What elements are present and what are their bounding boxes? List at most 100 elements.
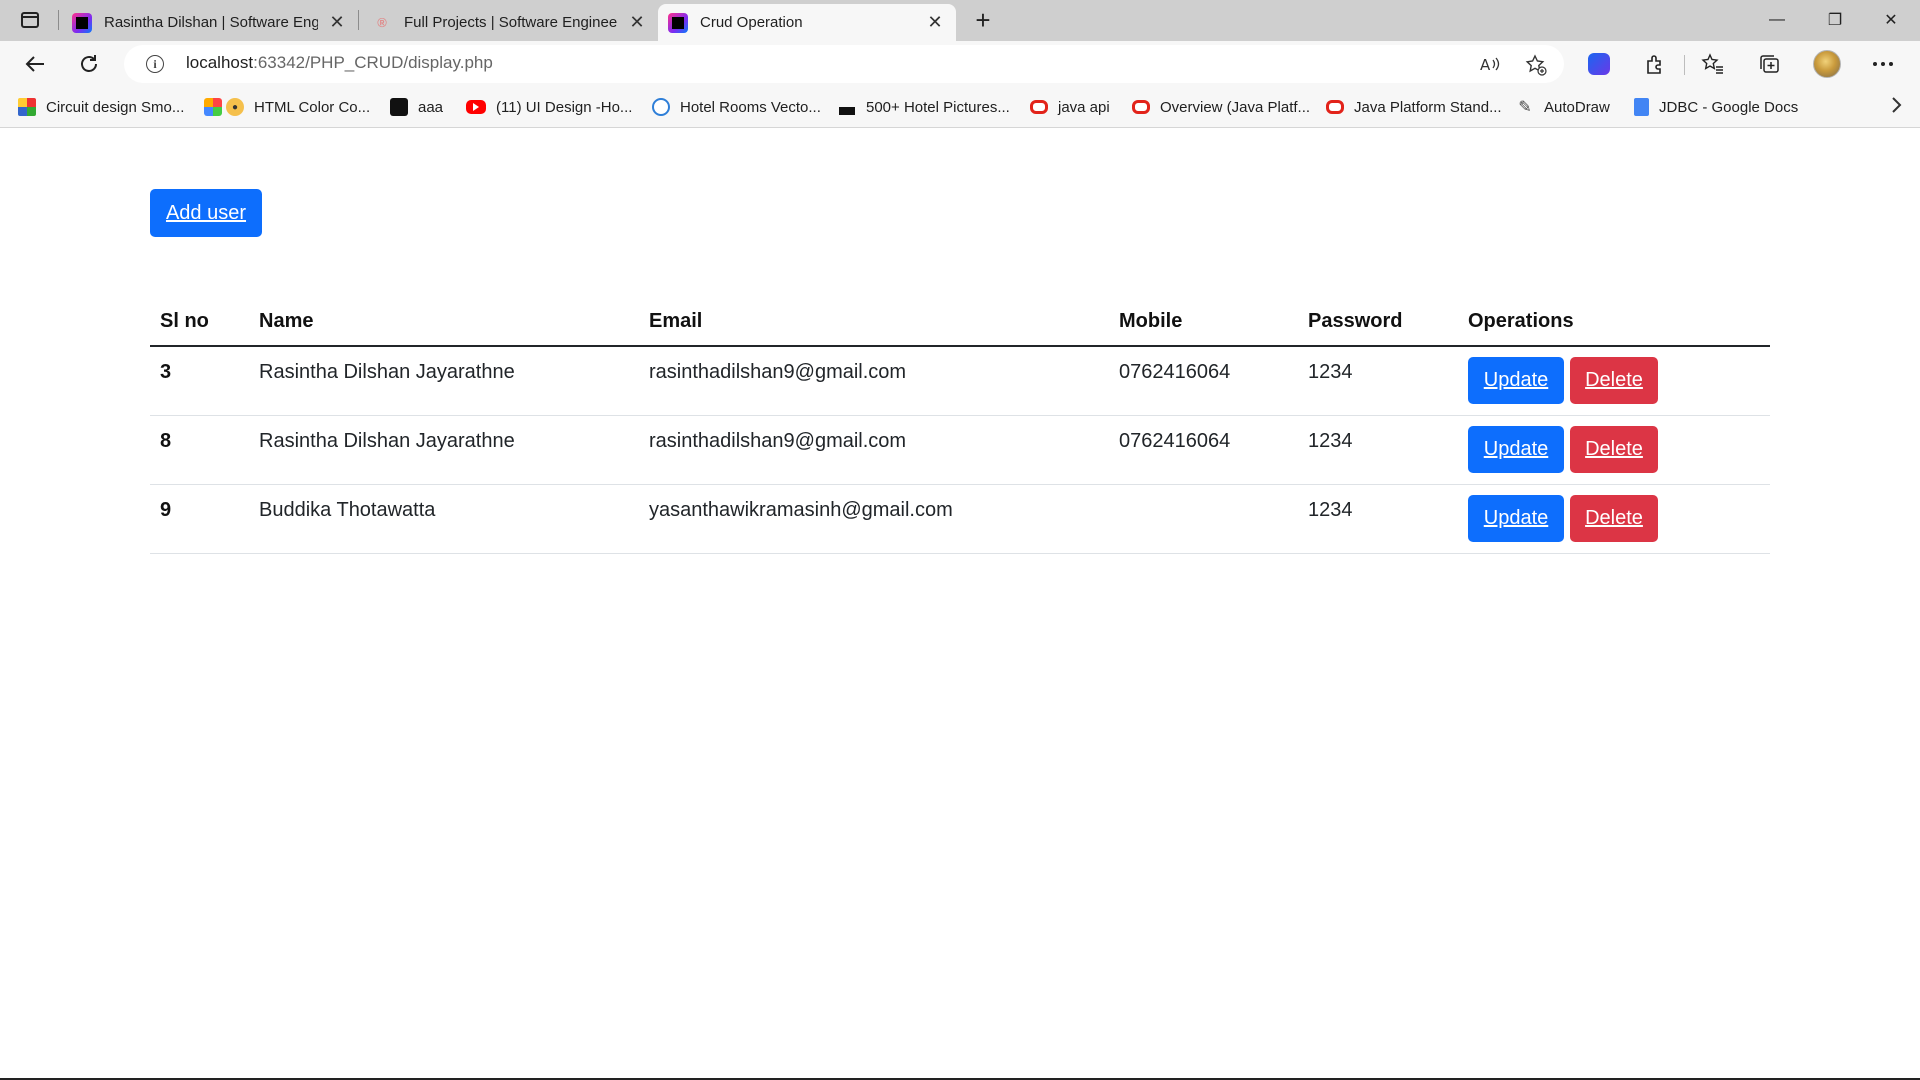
email-value: rasinthadilshan9@gmail.com — [649, 361, 907, 384]
cell-name: Rasintha Dilshan Jayarathne — [249, 415, 639, 485]
tab-full-projects[interactable]: ® Full Projects | Software Engineer ✕ — [362, 4, 658, 41]
close-icon[interactable]: ✕ — [326, 12, 348, 34]
bookmark-hotel-pictures[interactable]: 500+ Hotel Pictures... — [838, 97, 1010, 117]
bookmark-java-api[interactable]: java api — [1030, 97, 1110, 117]
cell-email: rasinthadilshan9@gmail.com — [639, 415, 1109, 485]
new-tab-button[interactable]: + — [968, 7, 998, 35]
password-value: 1234 — [1308, 499, 1353, 521]
cell-sl-no: 3 — [150, 346, 249, 416]
read-aloud-icon[interactable]: A — [1478, 53, 1502, 77]
bookmark-label: Hotel Rooms Vecto... — [680, 98, 821, 116]
reload-button[interactable] — [72, 47, 106, 81]
column-header-email: Email — [639, 297, 1109, 347]
bookmark-label: Java Platform Stand... — [1354, 98, 1502, 116]
toolbar-divider — [1684, 55, 1685, 75]
delete-button[interactable]: Delete — [1570, 495, 1658, 542]
intellij-icon — [668, 12, 688, 33]
table-row: 3 Rasintha Dilshan Jayarathne rasinthadi… — [150, 346, 1770, 416]
tab-title: Full Projects | Software Engineer — [404, 14, 618, 31]
minimize-button[interactable]: — — [1748, 0, 1806, 40]
cell-sl-no: 8 — [150, 415, 249, 485]
sl-no-value: 3 — [160, 361, 172, 384]
bookmark-jdbc-docs[interactable]: JDBC - Google Docs — [1634, 97, 1798, 117]
name-value: Rasintha Dilshan Jayarathne — [259, 430, 515, 452]
profile-avatar[interactable] — [1812, 49, 1842, 79]
docs-icon — [1634, 98, 1649, 116]
close-window-button[interactable]: ✕ — [1862, 0, 1920, 40]
unsplash-icon — [838, 98, 856, 116]
name-value: Buddika Thotawatta — [259, 499, 436, 521]
users-table: Sl no Name Email Mobile Password Operati… — [150, 297, 1770, 554]
cell-name: Buddika Thotawatta — [249, 484, 639, 554]
update-button[interactable]: Update — [1468, 357, 1564, 405]
email-value: rasinthadilshan9@gmail.com — [649, 430, 907, 452]
close-icon[interactable]: ✕ — [924, 12, 946, 34]
cell-password: 1234 — [1298, 346, 1458, 416]
back-button[interactable] — [18, 47, 52, 81]
cell-email: yasanthawikramasinh@gmail.com — [639, 484, 1109, 554]
sl-no-value: 8 — [160, 430, 172, 452]
copilot-icon[interactable] — [1584, 49, 1614, 79]
bookmark-label: (11) UI Design -Ho... — [496, 98, 633, 116]
column-header-password: Password — [1298, 297, 1458, 347]
url-text[interactable]: localhost:63342/PHP_CRUD/display.php — [186, 53, 493, 73]
bookmark-label: 500+ Hotel Pictures... — [866, 98, 1010, 116]
cell-name: Rasintha Dilshan Jayarathne — [249, 346, 639, 416]
cell-email: rasinthadilshan9@gmail.com — [639, 346, 1109, 416]
column-header-mobile: Mobile — [1109, 297, 1298, 347]
cell-mobile — [1109, 484, 1298, 554]
chevron-right-icon[interactable] — [1890, 94, 1904, 122]
tab-strip: Rasintha Dilshan | Software Engi ✕ ® Ful… — [0, 0, 1920, 41]
oracle-icon — [1030, 100, 1048, 114]
favorites-icon[interactable] — [1698, 49, 1728, 79]
grid-icon — [18, 98, 36, 116]
vector-icon — [652, 98, 670, 116]
palette-icon: ● — [226, 98, 244, 116]
tab-actions-icon[interactable] — [10, 6, 50, 34]
restore-button[interactable]: ❐ — [1806, 0, 1864, 40]
tab-title: Rasintha Dilshan | Software Engi — [104, 14, 318, 31]
bookmark-hotel-rooms[interactable]: Hotel Rooms Vecto... — [652, 97, 821, 117]
bookmark-ui-design[interactable]: (11) UI Design -Ho... — [466, 97, 632, 117]
black-square-icon — [390, 98, 408, 116]
cell-operations: Update Delete — [1458, 415, 1770, 485]
tab-rasintha-portfolio[interactable]: Rasintha Dilshan | Software Engi ✕ — [62, 4, 358, 41]
tab-crud-operation[interactable]: Crud Operation ✕ — [658, 4, 956, 41]
bookmark-label: Overview (Java Platf... — [1160, 98, 1311, 116]
delete-button[interactable]: Delete — [1570, 357, 1658, 405]
more-options-icon[interactable] — [1868, 49, 1898, 79]
sl-no-value: 9 — [160, 499, 172, 521]
cell-password: 1234 — [1298, 484, 1458, 554]
color-grid-icon — [204, 98, 222, 116]
bookmark-circuit-design[interactable]: Circuit design Smo... — [18, 97, 184, 117]
bookmark-autodraw[interactable]: ✎ AutoDraw — [1516, 97, 1610, 117]
bookmark-aaa[interactable]: aaa — [390, 97, 443, 117]
favorite-add-icon[interactable] — [1524, 53, 1548, 77]
name-value: Rasintha Dilshan Jayarathne — [259, 361, 515, 384]
collections-icon[interactable] — [1754, 49, 1784, 79]
update-button[interactable]: Update — [1468, 495, 1564, 542]
info-icon[interactable]: i — [146, 55, 164, 73]
bookmark-html-color[interactable]: ● HTML Color Co... — [204, 97, 370, 117]
back-arrow-icon — [25, 56, 44, 72]
cell-password: 1234 — [1298, 415, 1458, 485]
tab-title: Crud Operation — [700, 14, 803, 31]
bookmark-label: aaa — [418, 98, 444, 116]
cell-mobile: 0762416064 — [1109, 346, 1298, 416]
address-field[interactable]: i localhost:63342/PHP_CRUD/display.php A — [124, 45, 1564, 83]
add-user-button[interactable]: Add user — [150, 189, 262, 237]
mobile-value: 0762416064 — [1119, 361, 1231, 384]
close-icon[interactable]: ✕ — [626, 12, 648, 34]
extensions-icon[interactable] — [1640, 49, 1670, 79]
tab-separator — [58, 10, 59, 30]
update-button[interactable]: Update — [1468, 426, 1564, 473]
table-row: 9 Buddika Thotawatta yasanthawikramasinh… — [150, 484, 1770, 554]
url-path: :63342/PHP_CRUD/display.php — [253, 53, 493, 72]
bookmark-java-platform[interactable]: Java Platform Stand... — [1326, 97, 1502, 117]
address-bar-row: i localhost:63342/PHP_CRUD/display.php A — [0, 41, 1920, 86]
delete-button[interactable]: Delete — [1570, 426, 1658, 473]
bookmark-label: HTML Color Co... — [254, 98, 371, 116]
oracle-icon — [1132, 100, 1150, 114]
bookmark-java-overview[interactable]: Overview (Java Platf... — [1132, 97, 1310, 117]
cell-operations: Update Delete — [1458, 484, 1770, 554]
